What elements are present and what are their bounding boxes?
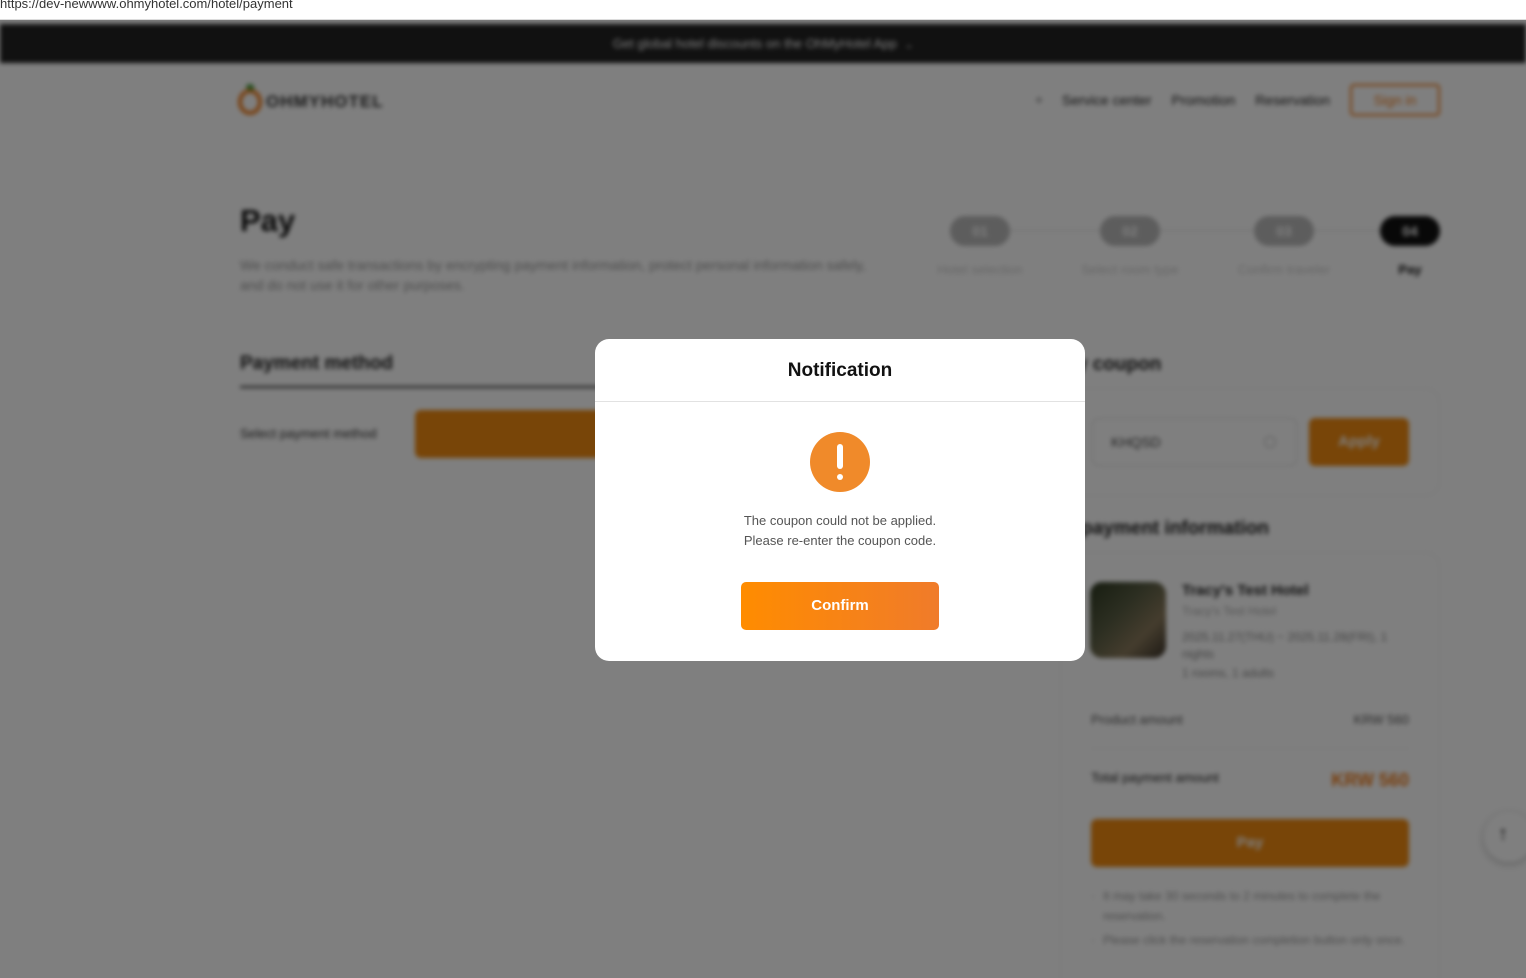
notification-modal: Notification The coupon could not be app… (595, 339, 1085, 661)
modal-title: Notification (595, 339, 1085, 402)
exclamation-bar (837, 444, 843, 469)
browser-url-bar[interactable]: https://dev-newwww.ohmyhotel.com/hotel/p… (0, 0, 1526, 20)
modal-message-line-2: Please re-enter the coupon code. (743, 533, 937, 548)
modal-message-line-1: The coupon could not be applied. (743, 513, 937, 528)
modal-message: The coupon could not be applied. Please … (595, 511, 1085, 551)
exclamation-dot (837, 474, 843, 480)
exclamation-icon (810, 432, 870, 492)
confirm-button[interactable]: Confirm (741, 582, 939, 630)
url-text: https://dev-newwww.ohmyhotel.com/hotel/p… (0, 0, 293, 11)
